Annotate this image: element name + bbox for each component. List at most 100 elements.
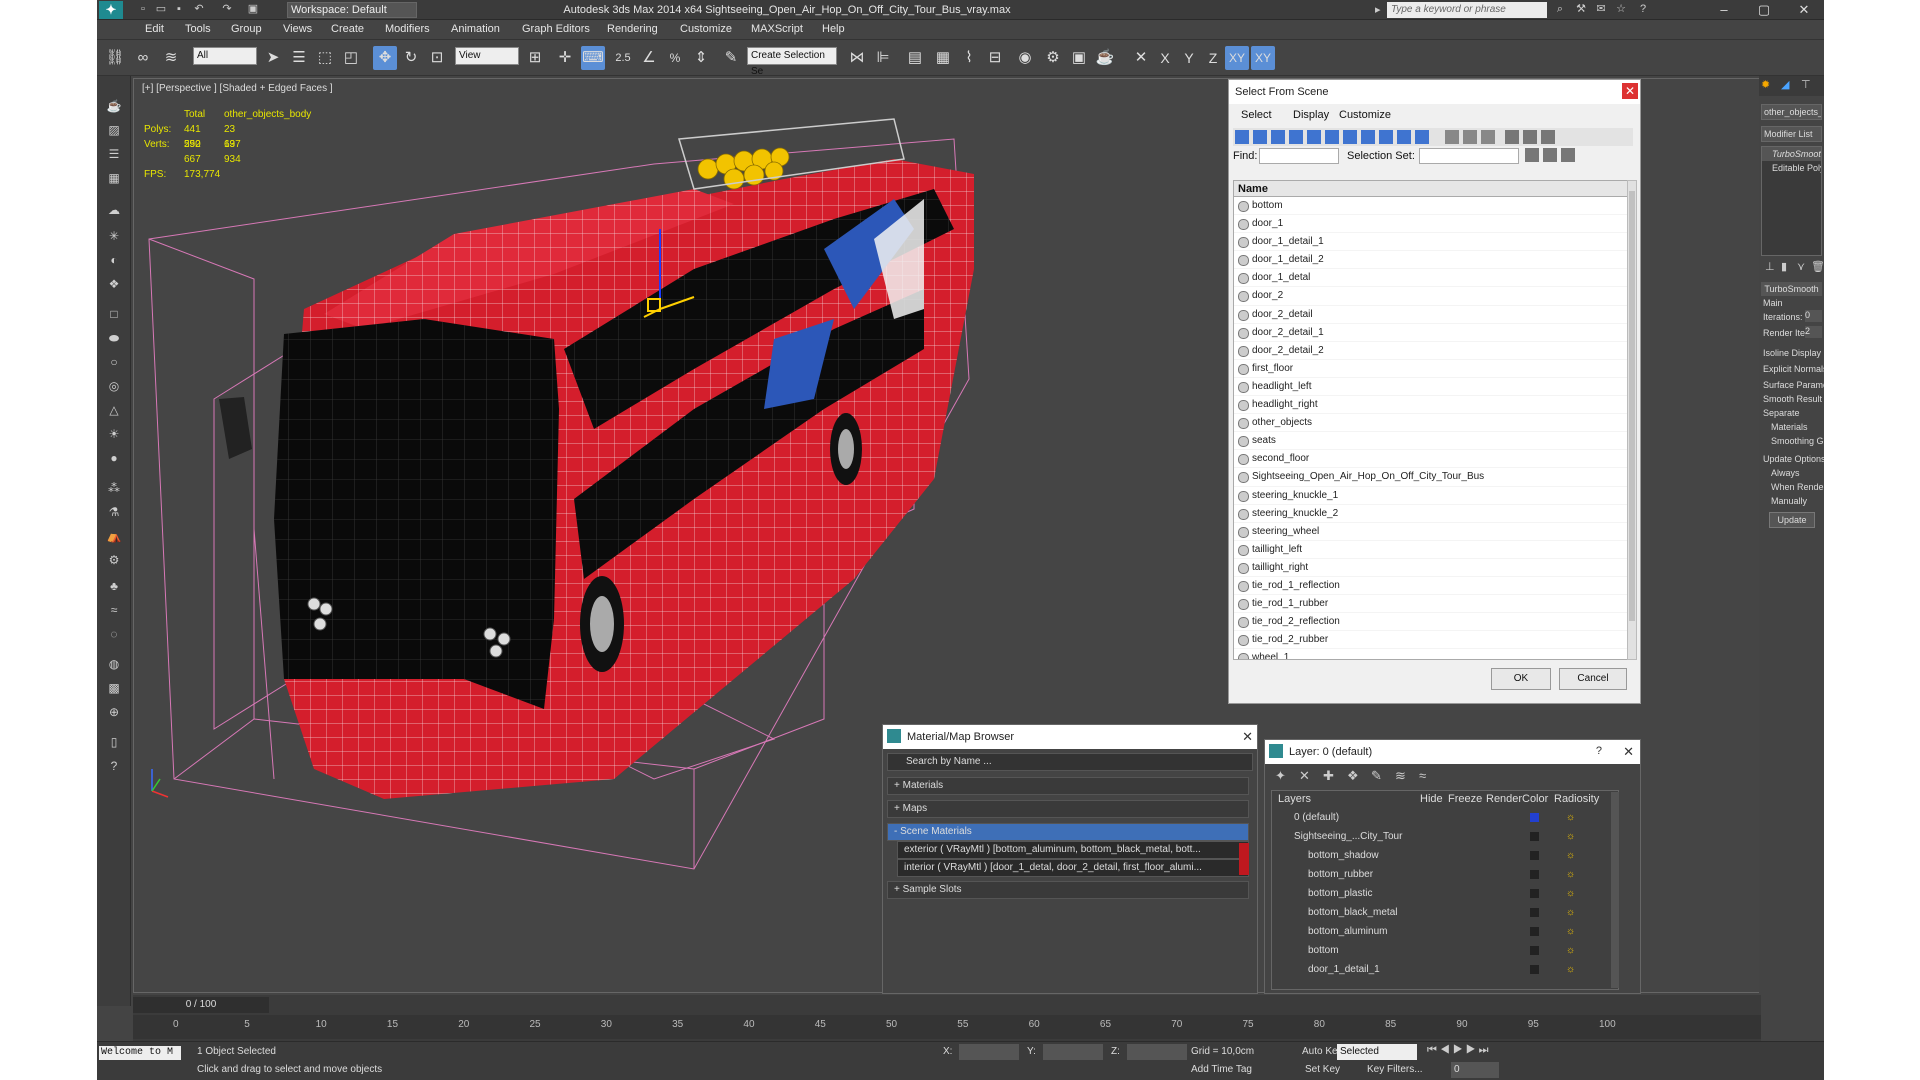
set-key-button[interactable]: Set Key [1305,1064,1340,1075]
selection-set-add-icon[interactable] [1543,148,1557,162]
select-layer-objects-icon[interactable]: ❖ [1347,768,1359,784]
geosphere-icon[interactable]: ● [104,448,124,468]
scene-object-row[interactable]: door_2_detail_2 [1234,342,1634,360]
close-viewport-icon[interactable]: ✕ [1129,46,1153,70]
layers-scrollbar[interactable] [1611,792,1619,988]
scene-object-row[interactable]: taillight_left [1234,541,1634,559]
display-geometry-icon[interactable] [1235,130,1249,144]
scene-object-row[interactable]: tie_rod_1_rubber [1234,595,1634,614]
layer-row[interactable]: bottom_black_metal ☼ [1276,904,1612,921]
display-frozen-icon[interactable] [1415,130,1429,144]
radiosity-icon[interactable]: ☼ [1566,885,1575,902]
hide-all-layers-icon[interactable]: ≋ [1395,768,1406,784]
layer-color-swatch[interactable] [1530,908,1539,917]
render-sphere-icon[interactable]: ◍ [104,654,124,674]
scene-object-row[interactable]: Sightseeing_Open_Air_Hop_On_Off_City_Tou… [1234,468,1634,487]
workspace-select[interactable]: Workspace: Default [287,2,417,18]
search-input[interactable]: Type a keyword or phrase [1387,2,1547,18]
x-coord-input[interactable] [959,1044,1019,1060]
highlight-layer-icon[interactable]: ✎ [1371,768,1382,784]
radiosity-icon[interactable]: ☼ [1566,847,1575,864]
scene-object-row[interactable]: wheel_1 [1234,649,1634,659]
display-shapes-icon[interactable] [1253,130,1267,144]
isoline-display-checkbox[interactable]: Isoline Display [1763,348,1821,358]
stack-turbosmooth[interactable]: TurboSmooth [1762,147,1821,161]
select-scale-icon[interactable]: ⊡ [425,46,449,70]
stack-editable-poly[interactable]: Editable Poly [1762,161,1821,175]
display-lights-icon[interactable] [1271,130,1285,144]
select-manipulate-icon[interactable]: ✛ [553,46,577,70]
reference-coordinate-select[interactable]: View [455,47,519,65]
helper-icon[interactable]: ✳ [104,226,124,246]
axis-y-button[interactable]: Y [1177,46,1201,70]
maps-section[interactable]: + Maps [887,800,1249,818]
select-by-name-icon[interactable]: ☰ [287,46,311,70]
menu-edit[interactable]: Edit [145,23,164,35]
spinner-snap-icon[interactable]: ⇕ [689,46,713,70]
scene-object-row[interactable]: headlight_left [1234,378,1634,397]
material-browser-close-icon[interactable]: ✕ [1242,729,1253,745]
radiosity-icon[interactable]: ☼ [1566,923,1575,940]
y-coord-input[interactable] [1043,1044,1103,1060]
binoculars-icon[interactable]: ⌕ [1553,3,1567,15]
z-coord-input[interactable] [1127,1044,1187,1060]
display-containers-icon[interactable] [1397,130,1411,144]
auto-key-mode-select[interactable]: Selected [1337,1044,1417,1060]
add-to-layer-icon[interactable]: ✚ [1323,768,1334,784]
layer-color-swatch[interactable] [1530,927,1539,936]
rect-selection-icon[interactable]: ⬚ [313,46,337,70]
layer-row[interactable]: bottom ☼ [1276,942,1612,959]
name-column-header[interactable]: Name [1234,181,1634,197]
menu-animation[interactable]: Animation [451,23,500,35]
go-to-end-icon[interactable]: ⏭ [1479,1044,1489,1056]
previous-frame-icon[interactable]: ◀ [1440,1044,1450,1056]
window-crossing-icon[interactable]: ◰ [339,46,363,70]
scene-object-row[interactable]: door_1_detal [1234,269,1634,288]
layer-color-swatch[interactable] [1530,832,1539,841]
axis-z-button[interactable]: Z [1201,46,1225,70]
sample-slots-section[interactable]: + Sample Slots [887,881,1249,899]
close-button[interactable]: ✕ [1785,0,1823,20]
materials-section[interactable]: + Materials [887,777,1249,795]
filter-funnel-icon[interactable] [1505,130,1519,144]
select-dependents-icon[interactable] [1541,130,1555,144]
maxscript-listener[interactable]: Welcome to M [99,1046,181,1060]
new-layer-icon[interactable]: ✦ [1275,768,1286,784]
menu-customize[interactable]: Customize [680,23,732,35]
axis-xy-cycle-button[interactable]: XY [1251,46,1275,70]
menu-modifiers[interactable]: Modifiers [385,23,430,35]
select-object-icon[interactable]: ➤ [261,46,285,70]
align-icon[interactable]: ⊫ [871,46,895,70]
scene-object-row[interactable]: first_floor [1234,360,1634,378]
layers-col-radiosity[interactable]: Radiosity [1554,793,1599,805]
snap-toggle-icon[interactable]: 2.5 [611,46,635,70]
display-none-icon[interactable] [1463,130,1477,144]
layer-row[interactable]: bottom_rubber ☼ [1276,866,1612,883]
layer-dialog-close-icon[interactable]: ✕ [1623,744,1634,760]
scene-object-row[interactable]: second_floor [1234,450,1634,469]
image-icon[interactable]: ▨ [104,120,124,140]
plant-icon[interactable]: ♣ [104,576,124,596]
play-icon[interactable]: ▶ [1453,1044,1463,1056]
display-all-icon[interactable] [1445,130,1459,144]
object-name-field[interactable]: other_objects_body [1761,104,1822,120]
material-editor-icon[interactable]: ◉ [1013,46,1037,70]
radiosity-icon[interactable]: ☼ [1566,942,1575,959]
add-time-tag[interactable]: Add Time Tag [1191,1064,1252,1075]
menu-views[interactable]: Views [283,23,312,35]
pivot-center-icon[interactable]: ⊞ [523,46,547,70]
sun-icon[interactable]: ☀ [104,424,124,444]
selection-set-remove-icon[interactable] [1561,148,1575,162]
always-radio[interactable]: Always [1771,468,1800,478]
time-slider[interactable]: 0 / 100 [133,997,269,1013]
layer-color-swatch[interactable] [1530,813,1539,822]
hair-icon[interactable]: ≈ [104,600,124,620]
smooth-result-checkbox[interactable]: Smooth Result [1763,394,1822,404]
update-button[interactable]: Update [1769,512,1815,528]
scene-object-row[interactable]: door_1 [1234,215,1634,234]
axis-x-button[interactable]: X [1153,46,1177,70]
create-tab-icon[interactable]: ✹ [1761,78,1770,91]
menu-group[interactable]: Group [231,23,262,35]
scene-object-row[interactable]: tie_rod_2_rubber [1234,631,1634,650]
freeze-all-layers-icon[interactable]: ≈ [1419,768,1426,783]
